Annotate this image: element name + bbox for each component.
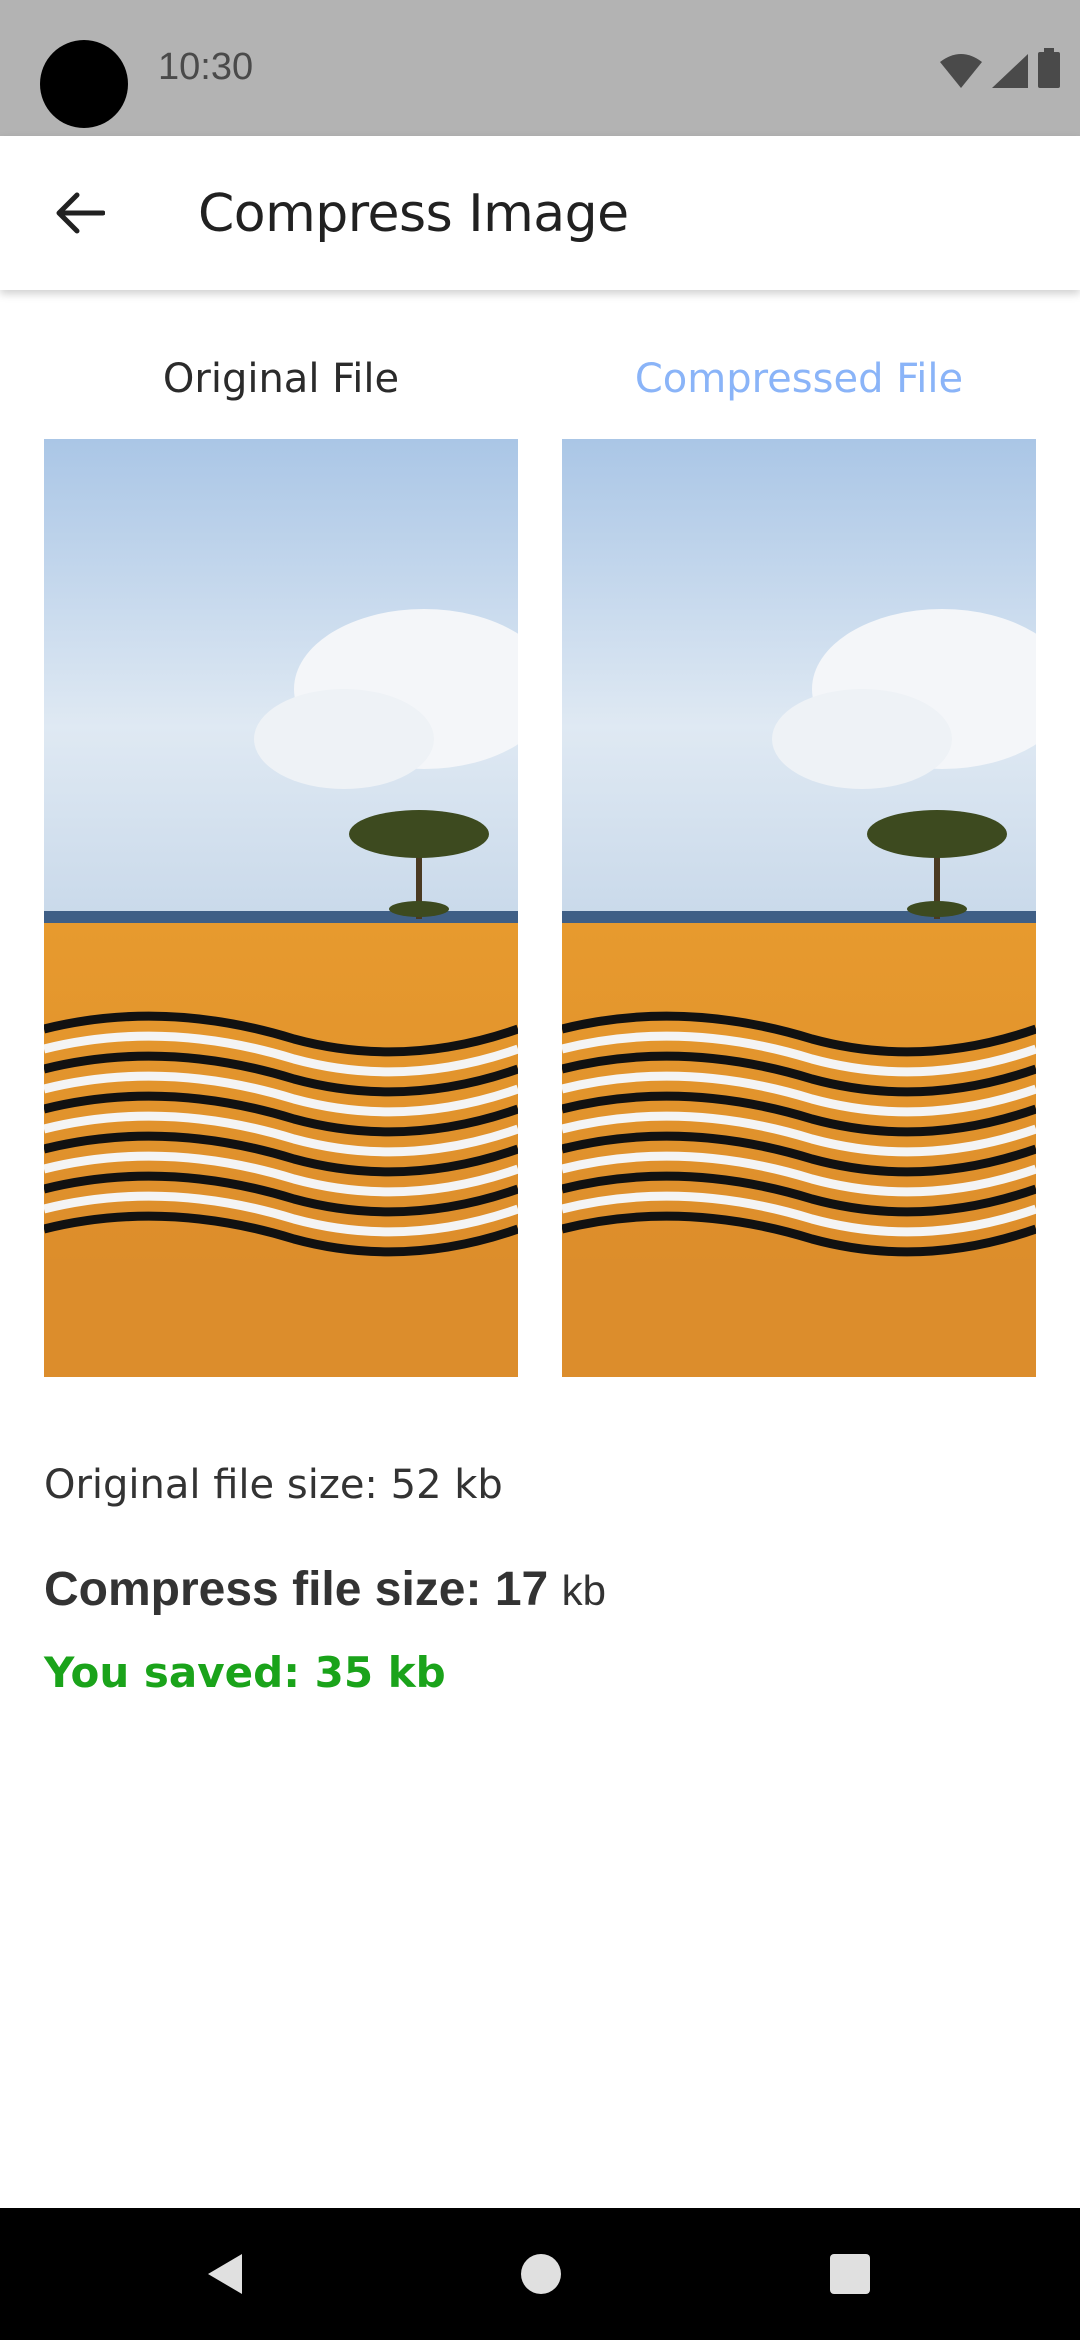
app-bar: Compress Image xyxy=(0,136,1080,290)
arrow-left-icon xyxy=(56,192,105,234)
original-file-size: Original file size: 52 kb xyxy=(44,1462,503,1508)
status-icons xyxy=(940,48,1060,88)
original-image xyxy=(44,439,518,1377)
camera-cutout xyxy=(40,40,128,128)
wifi-icon xyxy=(940,54,982,88)
compressed-size-label: Compress file size: 17 xyxy=(44,1563,549,1616)
compressed-file-size: Compress file size: 17 kb xyxy=(44,1562,606,1617)
nav-recents-button[interactable] xyxy=(820,2244,880,2304)
nav-recents-icon xyxy=(830,2254,870,2294)
nav-home-button[interactable] xyxy=(511,2244,571,2304)
nav-home-icon xyxy=(521,2254,561,2294)
cell-signal-icon xyxy=(992,54,1028,88)
saved-size: You saved: 35 kb xyxy=(44,1648,446,1697)
compressed-file-label: Compressed File xyxy=(634,356,964,402)
compressed-image xyxy=(562,439,1036,1377)
battery-icon xyxy=(1038,48,1060,88)
status-time: 10:30 xyxy=(158,46,254,88)
compressed-size-unit: kb xyxy=(561,1567,606,1614)
nav-back-button[interactable] xyxy=(196,2244,256,2304)
status-bar: 10:30 xyxy=(0,0,1080,136)
page-title: Compress Image xyxy=(198,184,629,244)
back-button[interactable] xyxy=(40,173,120,253)
nav-back-icon xyxy=(208,2254,242,2294)
navigation-bar xyxy=(0,2208,1080,2340)
original-file-label: Original File xyxy=(162,356,400,402)
